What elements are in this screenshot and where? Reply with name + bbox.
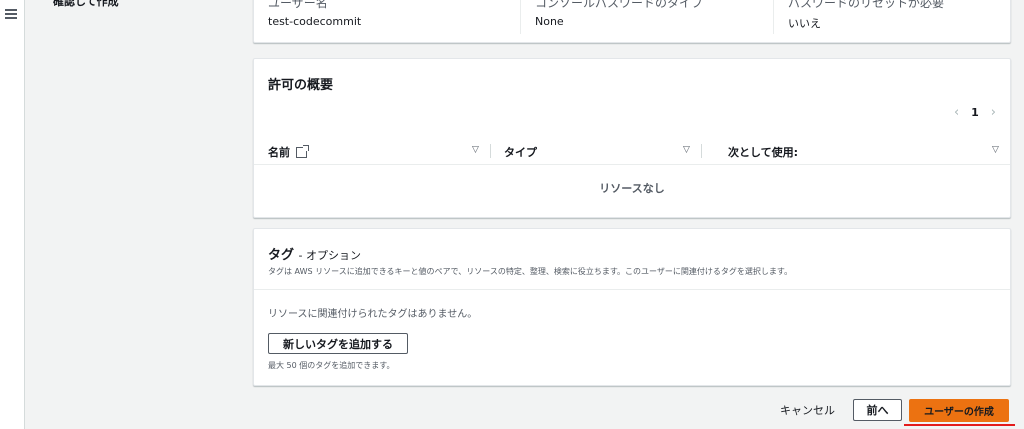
- tags-card: タグ - オプション タグは AWS リソースに追加できるキーと値のペアで、リソ…: [253, 228, 1011, 386]
- menu-icon[interactable]: [5, 9, 17, 19]
- create-user-button[interactable]: ユーザーの作成: [909, 399, 1009, 422]
- password-reset-value: いいえ: [788, 17, 821, 30]
- previous-button[interactable]: 前へ: [853, 399, 902, 421]
- column-divider[interactable]: [701, 144, 702, 158]
- column-header-name-label: 名前: [268, 146, 290, 159]
- tags-description: タグは AWS リソースに追加できるキーと値のペアで、リソースの特定、整理、検索…: [268, 267, 793, 276]
- tags-title: タグ - オプション: [268, 244, 361, 263]
- external-link-icon: [296, 144, 309, 158]
- page-number[interactable]: 1: [971, 106, 979, 119]
- password-reset-column: パスワードのリセットが必要 いいえ: [773, 0, 1004, 34]
- add-tag-button[interactable]: 新しいタグを追加する: [268, 333, 408, 354]
- pagination: ‹ 1 ›: [954, 105, 996, 120]
- console-password-value: None: [535, 15, 564, 28]
- column-header-used-as-label: 次として使用:: [728, 146, 799, 159]
- sort-icon[interactable]: ▽: [683, 145, 690, 155]
- username-value: test-codecommit: [268, 15, 362, 28]
- step-label: 確認して作成: [53, 0, 119, 8]
- highlight-underline: [904, 424, 1015, 426]
- column-divider[interactable]: [490, 144, 491, 158]
- cancel-button[interactable]: キャンセル: [774, 401, 841, 419]
- tags-title-text: タグ: [268, 248, 295, 263]
- tag-limit-hint: 最大 50 個のタグを追加できます。: [268, 361, 395, 370]
- column-header-type[interactable]: タイプ: [504, 144, 537, 160]
- permissions-summary-card: 許可の概要 ‹ 1 › 名前 ▽ タイプ ▽ 次として使用: ▽ リソースなし: [253, 58, 1011, 218]
- table-header: 名前 ▽ タイプ ▽ 次として使用: ▽: [254, 140, 1010, 165]
- permissions-title: 許可の概要: [268, 78, 334, 93]
- column-header-used-as[interactable]: 次として使用:: [728, 144, 798, 160]
- column-header-type-label: タイプ: [504, 146, 537, 159]
- user-details-card: ユーザー名 test-codecommit コンソールパスワードのタイプ Non…: [253, 0, 1011, 43]
- console-password-column: コンソールパスワードのタイプ None: [520, 0, 751, 34]
- tags-optional-label: - オプション: [298, 249, 362, 262]
- password-reset-label: パスワードのリセットが必要: [788, 0, 945, 10]
- console-password-label: コンソールパスワードのタイプ: [535, 0, 704, 10]
- sort-icon[interactable]: ▽: [472, 145, 479, 155]
- empty-state: リソースなし: [599, 182, 665, 195]
- left-rail: [0, 0, 25, 429]
- no-tags-message: リソースに関連付けられたタグはありません。: [268, 309, 478, 320]
- column-header-name[interactable]: 名前: [268, 144, 309, 160]
- tags-header: タグ - オプション タグは AWS リソースに追加できるキーと値のペアで、リソ…: [254, 229, 1010, 290]
- username-label: ユーザー名: [268, 0, 328, 10]
- chevron-right-icon[interactable]: ›: [991, 105, 996, 120]
- sort-icon[interactable]: ▽: [992, 145, 999, 155]
- chevron-left-icon[interactable]: ‹: [954, 105, 959, 120]
